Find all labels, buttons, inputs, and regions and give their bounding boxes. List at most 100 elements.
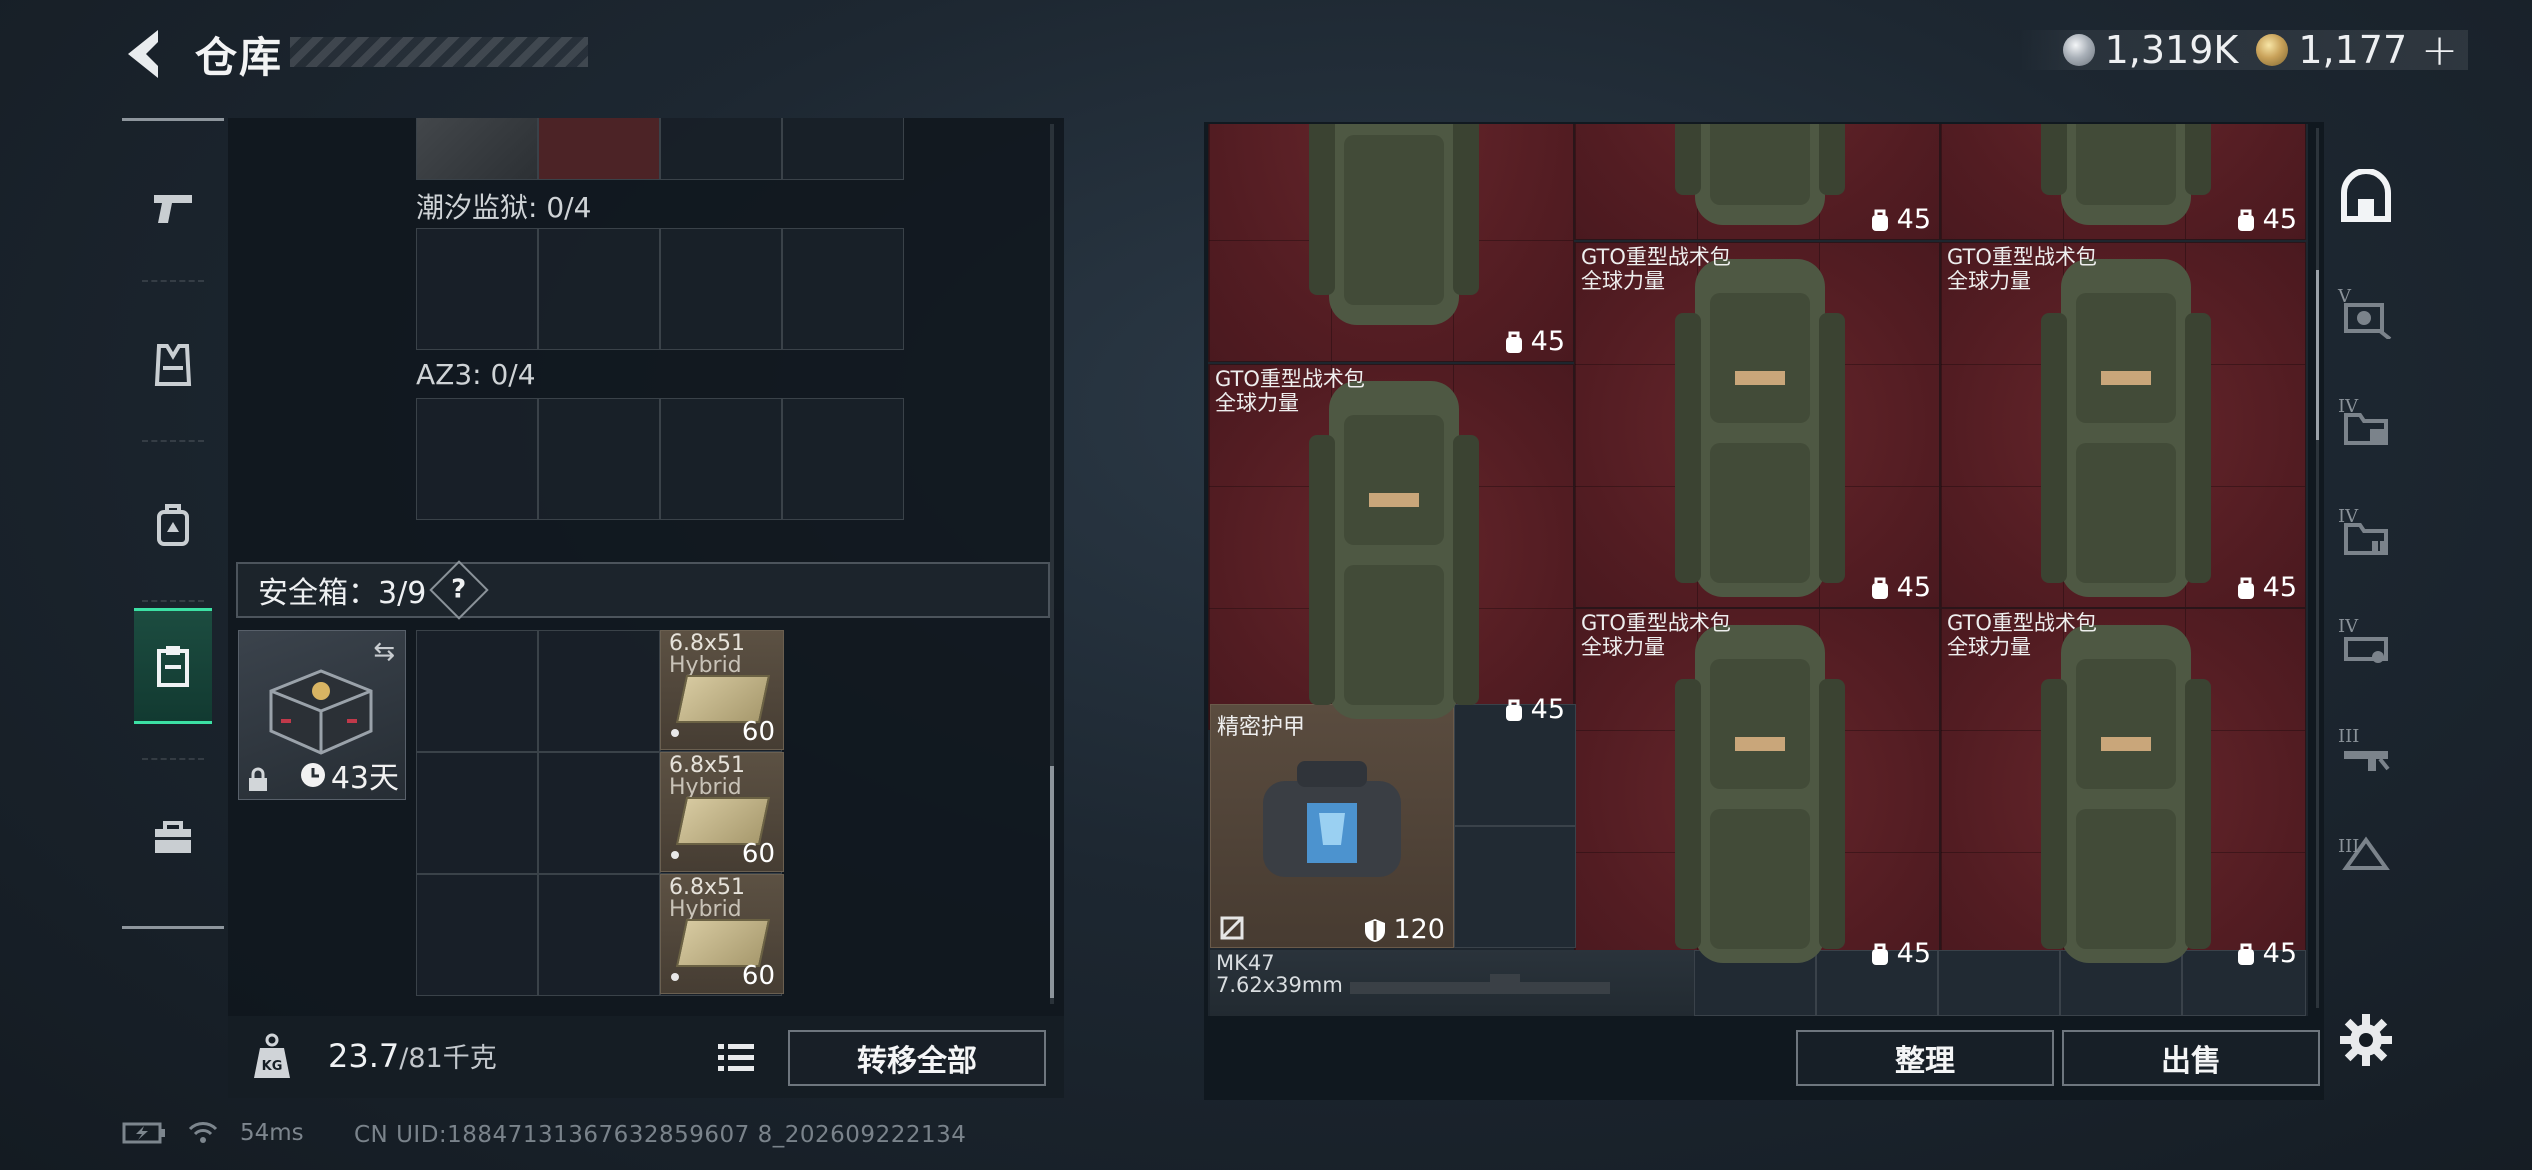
grid-slot[interactable] bbox=[416, 118, 538, 180]
section-label-tide-prison: 潮汐监狱: 0/4 bbox=[416, 191, 592, 224]
grid-slot[interactable] bbox=[660, 118, 782, 180]
backpack-brand: 全球力量 bbox=[1947, 269, 2031, 293]
nav-tier-iv-folder-b[interactable]: IV bbox=[2326, 482, 2406, 592]
backpack-image bbox=[1309, 381, 1479, 719]
page-title: 仓库 bbox=[195, 33, 284, 82]
backpack-capacity: 45 bbox=[1869, 938, 1931, 969]
grid-slot[interactable] bbox=[538, 398, 660, 520]
grid-slot[interactable] bbox=[538, 874, 660, 996]
transfer-all-button[interactable]: 转移全部 bbox=[788, 1030, 1046, 1086]
grid-slot[interactable] bbox=[416, 752, 538, 874]
nav-container[interactable] bbox=[134, 608, 212, 724]
help-icon[interactable]: ? bbox=[429, 560, 489, 620]
ammo-dot-icon bbox=[671, 973, 679, 981]
stash-category-nav: V IV IV IV III III bbox=[2326, 122, 2406, 1022]
sell-button[interactable]: 出售 bbox=[2062, 1030, 2320, 1086]
backpack-item[interactable]: GTO重型战术包 全球力量 45 bbox=[1208, 364, 1574, 730]
armor-durability-value: 120 bbox=[1393, 914, 1445, 945]
backpack-capacity-icon bbox=[2237, 209, 2254, 231]
nav-backpack[interactable] bbox=[134, 470, 212, 580]
back-arrow-icon bbox=[128, 30, 158, 78]
add-currency-button[interactable]: + bbox=[2421, 25, 2458, 76]
nav-divider bbox=[142, 758, 204, 760]
grid-slot[interactable] bbox=[782, 228, 904, 350]
ammo-quantity: 60 bbox=[741, 961, 775, 991]
weight-bar: KG 23.7/81千克 转移全部 bbox=[228, 1016, 1064, 1098]
grid-slot[interactable] bbox=[416, 228, 538, 350]
capacity-value: 45 bbox=[2262, 204, 2297, 235]
stash-grid[interactable]: 45 45 45 GTO重型战术包 全球力量 45 GTO重型战术包 全球力量 … bbox=[1208, 124, 2308, 1016]
backpack-name: GTO重型战术包 全球力量 bbox=[1947, 245, 2097, 293]
grid-slot[interactable] bbox=[782, 398, 904, 520]
tier-label: IV bbox=[2338, 616, 2359, 637]
backpack-name-text: GTO重型战术包 bbox=[1947, 245, 2097, 269]
nav-tier-iv-folder-a[interactable]: IV bbox=[2326, 372, 2406, 482]
nav-weapons[interactable] bbox=[134, 154, 212, 264]
gold-amount: 1,177 bbox=[2298, 28, 2408, 72]
nav-tier-iv-gun[interactable]: IV bbox=[2326, 592, 2406, 702]
backpack-item[interactable]: GTO重型战术包 全球力量 45 bbox=[1940, 242, 2306, 608]
backpack-brand: 全球力量 bbox=[1215, 391, 1299, 415]
ammo-item[interactable]: 6.8x51 Hybrid 60 bbox=[660, 752, 784, 872]
backpack-item[interactable]: GTO重型战术包 全球力量 45 bbox=[1940, 608, 2306, 974]
grid-slot[interactable] bbox=[660, 228, 782, 350]
grid-slot[interactable] bbox=[416, 874, 538, 996]
nav-armor[interactable] bbox=[134, 310, 212, 420]
capacity-value: 45 bbox=[1530, 326, 1565, 357]
capacity-value: 45 bbox=[2262, 572, 2297, 603]
grid-slot[interactable] bbox=[660, 398, 782, 520]
grid-slot[interactable] bbox=[782, 118, 904, 180]
grid-slot[interactable] bbox=[538, 752, 660, 874]
weight-max: /81千克 bbox=[399, 1043, 497, 1074]
stash-scroll-thumb[interactable] bbox=[2316, 270, 2319, 440]
stash-scrollbar[interactable] bbox=[2316, 128, 2319, 1008]
loadout-scroll-area[interactable]: 潮汐监狱: 0/4 AZ3: 0/4 安全箱：3/9 ? ⇆ 43天 6.8x5… bbox=[228, 118, 1064, 1018]
capacity-value: 45 bbox=[1896, 938, 1931, 969]
ammo-item[interactable]: 6.8x51 Hybrid 60 bbox=[660, 874, 784, 994]
weapon-item[interactable]: MK47 7.62x39mm bbox=[1210, 950, 1694, 1016]
nav-tier-v-gear[interactable]: V bbox=[2326, 262, 2406, 372]
backpack-name: GTO重型战术包 全球力量 bbox=[1947, 611, 2097, 659]
grid-slot[interactable] bbox=[538, 118, 660, 180]
armor-item[interactable]: 精密护甲 120 bbox=[1210, 704, 1454, 948]
back-button[interactable] bbox=[118, 22, 178, 86]
stash-slot[interactable] bbox=[1454, 826, 1576, 948]
backpack-item[interactable]: GTO重型战术包 全球力量 45 bbox=[1574, 242, 1940, 608]
list-view-icon[interactable] bbox=[716, 1038, 756, 1078]
capacity-value: 45 bbox=[2262, 938, 2297, 969]
ammo-item[interactable]: 6.8x51 Hybrid 60 bbox=[660, 630, 784, 750]
backpack-name: GTO重型战术包 全球力量 bbox=[1581, 245, 1731, 293]
backpack-item[interactable]: GTO重型战术包 全球力量 45 bbox=[1574, 608, 1940, 974]
nav-divider bbox=[142, 440, 204, 442]
settings-gear-icon[interactable] bbox=[2336, 1010, 2396, 1070]
capacity-value: 45 bbox=[1896, 572, 1931, 603]
grid-slot[interactable] bbox=[416, 398, 538, 520]
sort-button[interactable]: 整理 bbox=[1796, 1030, 2054, 1086]
title-decoration bbox=[290, 37, 588, 67]
nav-tier-iii-rifle[interactable]: III bbox=[2326, 702, 2406, 812]
container-grid-top bbox=[416, 118, 904, 180]
no-slot-icon bbox=[1220, 916, 1244, 940]
backpack-item[interactable]: 45 bbox=[1574, 124, 1940, 240]
wifi-icon bbox=[188, 1122, 218, 1143]
grid-slot[interactable] bbox=[538, 630, 660, 752]
nav-tier-iii-item[interactable]: III bbox=[2326, 812, 2406, 892]
nav-stash-home[interactable] bbox=[2326, 142, 2406, 252]
ammo-box-icon bbox=[675, 797, 771, 845]
loadout-scroll-thumb[interactable] bbox=[1050, 766, 1054, 998]
status-bar: 54ms bbox=[122, 1120, 304, 1146]
backpack-capacity-icon bbox=[1871, 943, 1888, 965]
user-uid: CN UID:18847131367632859607 8_2026092221… bbox=[354, 1122, 967, 1148]
safe-box-icon bbox=[269, 669, 373, 755]
armor-name: 精密护甲 bbox=[1217, 715, 1306, 740]
safe-box-label: 安全箱：3/9 bbox=[258, 576, 427, 611]
nav-toolbox[interactable] bbox=[134, 782, 212, 892]
grid-slot[interactable] bbox=[538, 228, 660, 350]
backpack-item[interactable]: 45 bbox=[1940, 124, 2306, 240]
swap-icon[interactable]: ⇆ bbox=[373, 637, 395, 667]
grid-slot[interactable] bbox=[416, 630, 538, 752]
backpack-image bbox=[2041, 124, 2211, 225]
backpack-capacity: 45 bbox=[1503, 326, 1565, 357]
backpack-item[interactable]: 45 bbox=[1208, 124, 1574, 362]
safe-box-item[interactable]: ⇆ 43天 bbox=[238, 630, 406, 800]
